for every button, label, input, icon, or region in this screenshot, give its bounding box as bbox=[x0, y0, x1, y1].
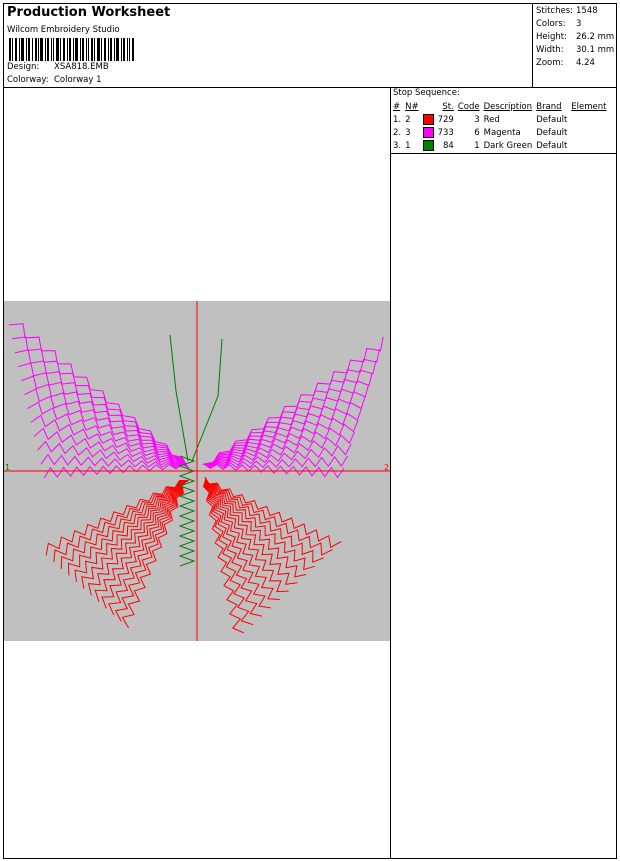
color-swatch bbox=[422, 127, 434, 138]
color-swatch bbox=[422, 114, 434, 125]
design-value: XSA818.EMB bbox=[54, 62, 109, 72]
stop-sequence-divider bbox=[391, 153, 617, 154]
stop-sequence-table: # N# St. Code Description Brand Element … bbox=[391, 100, 609, 152]
col-num: # bbox=[393, 101, 401, 112]
table-row: 1. 2 729 3 Red Default bbox=[393, 114, 568, 125]
table-row: 3. 1 84 1 Dark Green Default bbox=[393, 140, 568, 151]
col-n: N# bbox=[405, 101, 419, 112]
product-name: Wilcom Embroidery Studio bbox=[7, 25, 120, 35]
design-stats: Stitches: 1548 Colors: 3 Height: 26.2 mm Wi… bbox=[532, 4, 617, 87]
table-header-row: # N# St. Code Description Brand Element bbox=[391, 100, 609, 113]
column-divider bbox=[390, 88, 391, 859]
col-st: St. bbox=[442, 101, 454, 112]
stop-sequence-title: Stop Sequence: bbox=[393, 88, 460, 98]
stat-stitches: Stitches: 1548 bbox=[536, 6, 598, 16]
design-label: Design: bbox=[7, 62, 40, 72]
col-code: Code bbox=[457, 101, 480, 112]
page-title: Production Worksheet bbox=[7, 5, 171, 20]
col-description: Description bbox=[483, 101, 533, 112]
barcode bbox=[9, 38, 134, 61]
axis-label-right: 2 bbox=[384, 463, 389, 472]
stat-width: Width: 30.1 mm bbox=[536, 45, 615, 55]
axis-label-left: 1 bbox=[5, 463, 10, 472]
colorway-label: Colorway: bbox=[7, 75, 49, 85]
stat-colors: Colors: 3 bbox=[536, 19, 582, 29]
stat-zoom: Zoom: 4.24 bbox=[536, 58, 595, 68]
stop-sequence: Stop Sequence: # N# St. Code Description… bbox=[391, 88, 617, 153]
colorway-value: Colorway 1 bbox=[54, 75, 102, 85]
design-preview: 1 2 bbox=[4, 301, 390, 641]
col-swatch bbox=[421, 100, 436, 113]
header: Production Worksheet Wilcom Embroidery S… bbox=[4, 4, 532, 87]
color-swatch bbox=[422, 140, 434, 151]
table-row: 2. 3 733 6 Magenta Default bbox=[393, 127, 568, 138]
col-brand: Brand bbox=[536, 101, 562, 112]
stat-height: Height: 26.2 mm bbox=[536, 32, 615, 42]
col-element: Element bbox=[571, 101, 607, 112]
